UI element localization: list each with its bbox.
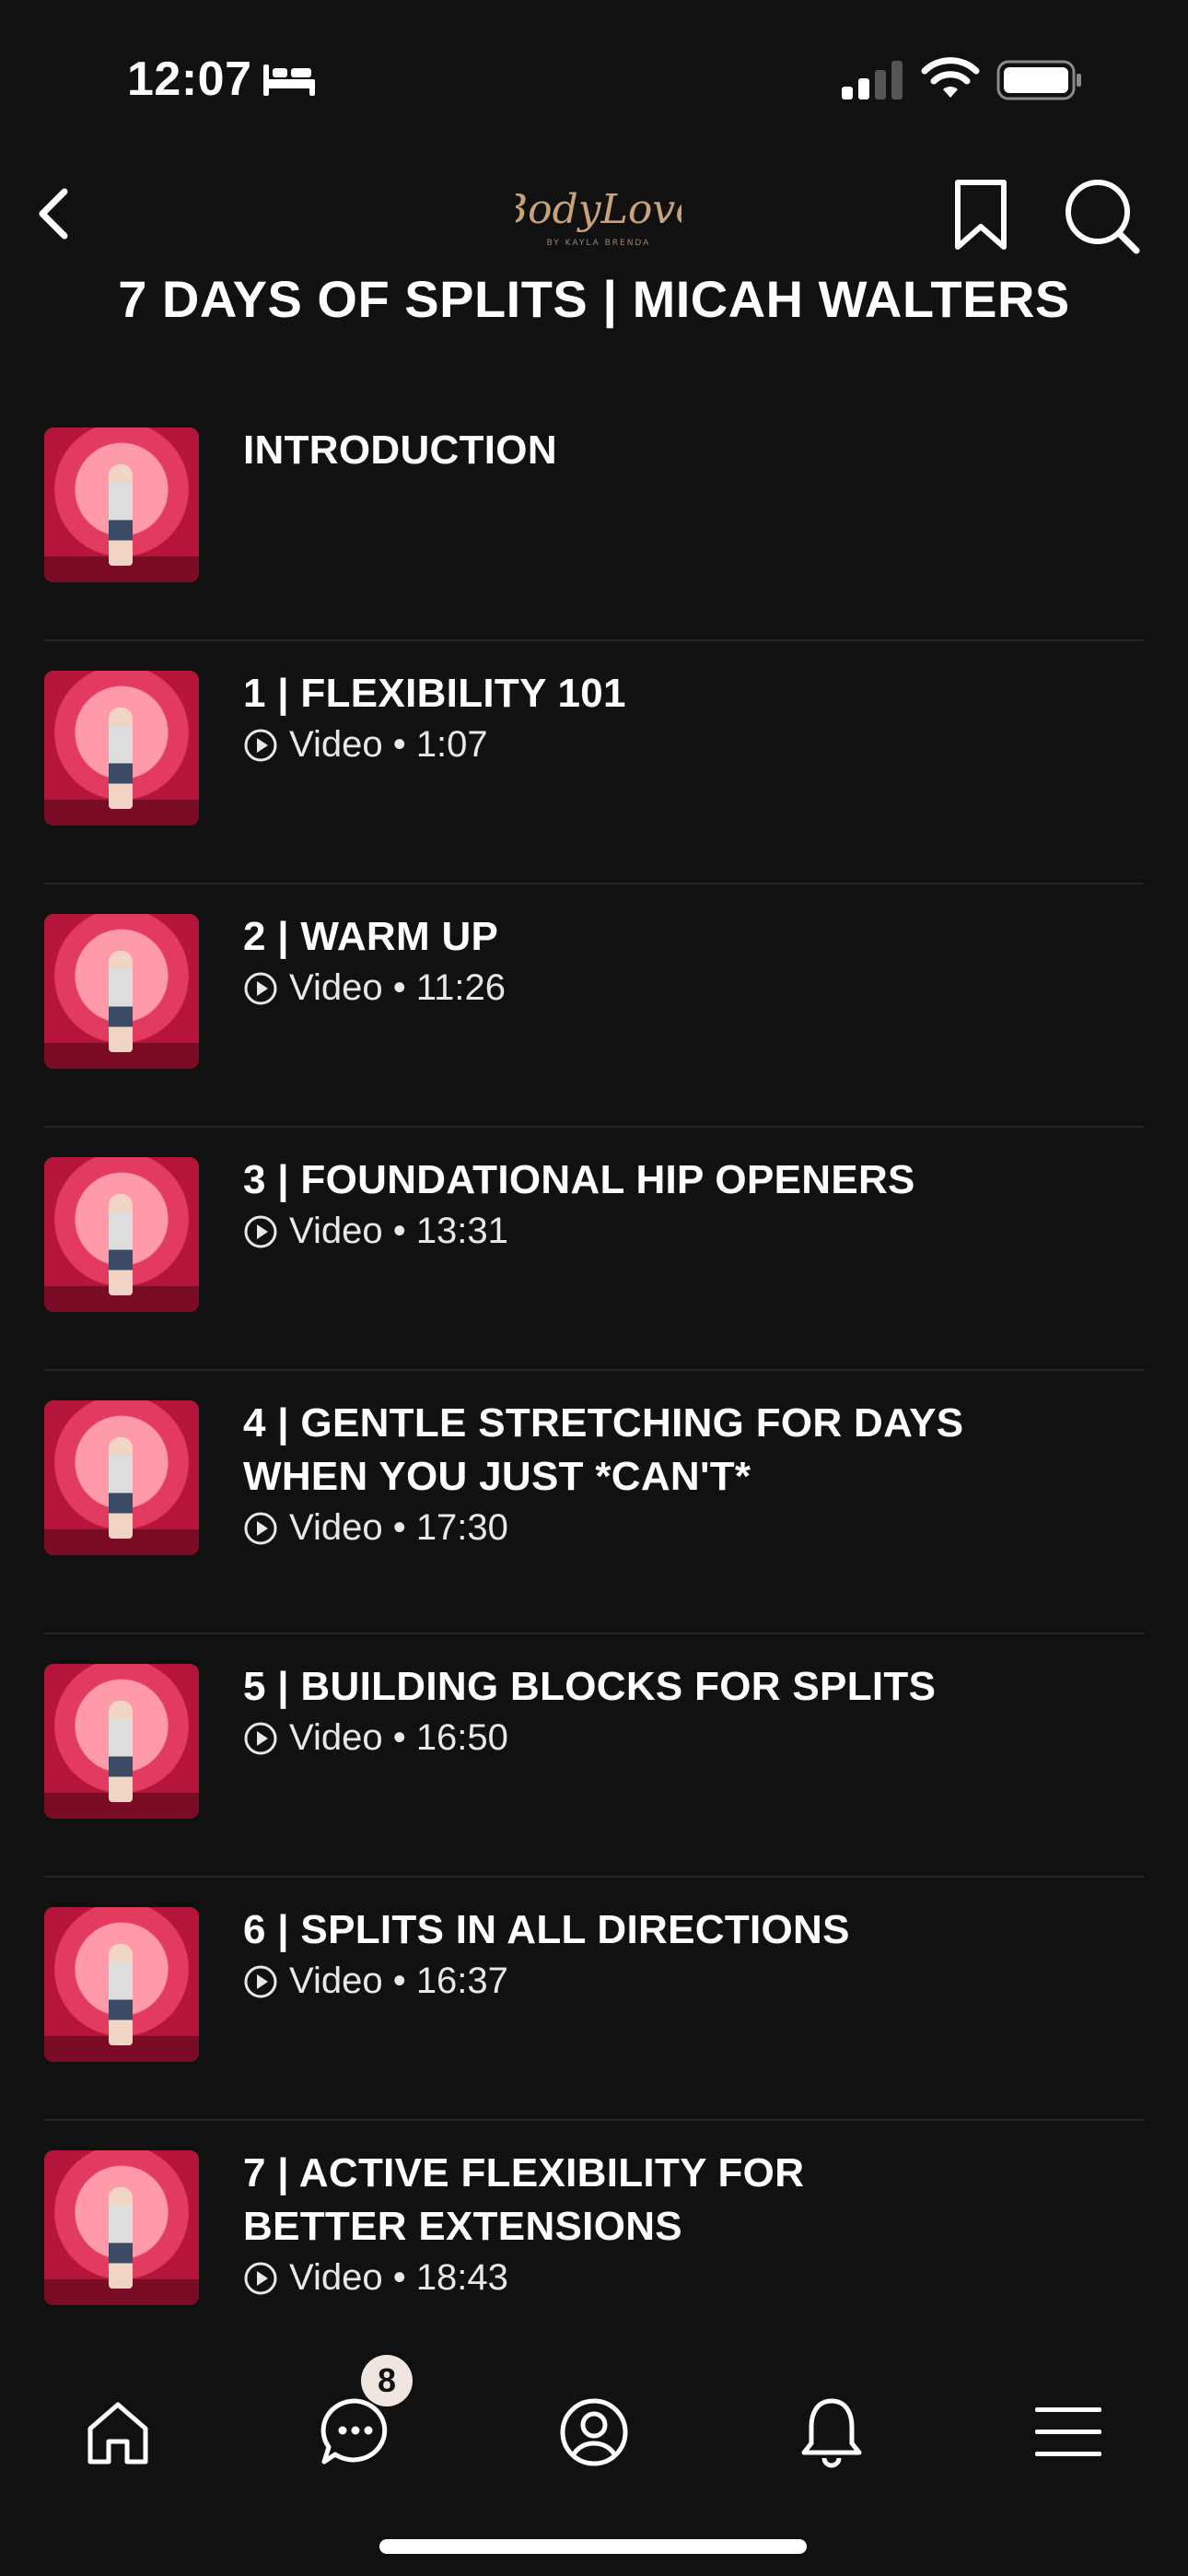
play-circle-icon bbox=[244, 972, 277, 1004]
lesson-meta: Video • 18:43 bbox=[289, 2257, 508, 2298]
tab-notifications[interactable] bbox=[786, 2377, 878, 2488]
lesson-title: 3 | FOUNDATIONAL HIP OPENERS bbox=[243, 1157, 915, 1202]
lesson-item[interactable]: 2 | WARM UP Video • 11:26 bbox=[44, 884, 1144, 1128]
messages-badge: 8 bbox=[361, 2355, 413, 2406]
wifi-icon bbox=[921, 57, 980, 98]
lesson-thumbnail bbox=[44, 427, 199, 582]
lesson-title: 6 | SPLITS IN ALL DIRECTIONS bbox=[243, 1907, 850, 1952]
lesson-thumbnail bbox=[44, 671, 199, 825]
lesson-title: 4 | GENTLE STRETCHING FOR DAYS WHEN YOU … bbox=[243, 1400, 964, 1499]
lesson-title: 5 | BUILDING BLOCKS FOR SPLITS bbox=[243, 1664, 937, 1709]
lesson-title: 2 | WARM UP bbox=[243, 914, 499, 959]
home-icon bbox=[87, 2402, 148, 2465]
lesson-thumbnail bbox=[44, 1157, 199, 1312]
bodylove-logo: BodyLove BY KAYLA BRENDA bbox=[497, 175, 699, 254]
tab-home[interactable] bbox=[72, 2377, 164, 2488]
logo-subtext: BY KAYLA BRENDA bbox=[547, 239, 651, 248]
lesson-thumbnail bbox=[44, 2150, 199, 2305]
lesson-meta: Video • 11:26 bbox=[289, 967, 506, 1008]
play-circle-icon bbox=[244, 1512, 277, 1544]
lesson-thumbnail bbox=[44, 914, 199, 1069]
lesson-meta: Video • 17:30 bbox=[289, 1507, 508, 1548]
play-circle-icon bbox=[244, 2262, 277, 2294]
lesson-item[interactable]: 5 | BUILDING BLOCKS FOR SPLITS Video • 1… bbox=[44, 1634, 1144, 1878]
bottom-tab-bar bbox=[0, 2322, 1188, 2576]
lesson-thumbnail bbox=[44, 1664, 199, 1819]
tab-menu[interactable] bbox=[1022, 2377, 1114, 2488]
logo-wordmark: BodyLove bbox=[516, 186, 681, 233]
top-navigation: BodyLove BY KAYLA BRENDA bbox=[0, 147, 1188, 267]
sleep-focus-icon bbox=[263, 64, 315, 96]
lesson-title: 7 | ACTIVE FLEXIBILITY FOR BETTER EXTENS… bbox=[243, 2150, 805, 2249]
lesson-item[interactable]: 4 | GENTLE STRETCHING FOR DAYS WHEN YOU … bbox=[44, 1371, 1144, 1634]
play-circle-icon bbox=[244, 1722, 277, 1754]
bell-icon bbox=[801, 2398, 862, 2468]
lesson-thumbnail bbox=[44, 1400, 199, 1555]
tab-profile[interactable] bbox=[548, 2377, 640, 2488]
lesson-item[interactable]: 6 | SPLITS IN ALL DIRECTIONS Video • 16:… bbox=[44, 1878, 1144, 2121]
lesson-meta: Video • 16:50 bbox=[289, 1717, 508, 1758]
lesson-meta: Video • 1:07 bbox=[289, 724, 488, 765]
lesson-meta: Video • 16:37 bbox=[289, 1961, 508, 2001]
search-icon[interactable] bbox=[1059, 170, 1142, 258]
lesson-title: INTRODUCTION bbox=[243, 427, 557, 473]
status-time: 12:07 bbox=[127, 53, 252, 106]
battery-icon bbox=[996, 60, 1081, 100]
lesson-title: 1 | FLEXIBILITY 101 bbox=[243, 671, 626, 716]
home-indicator[interactable] bbox=[379, 2539, 807, 2554]
play-circle-icon bbox=[244, 1965, 277, 1997]
bookmark-icon[interactable] bbox=[949, 170, 1013, 258]
lesson-thumbnail bbox=[44, 1907, 199, 2062]
play-circle-icon bbox=[244, 729, 277, 761]
lesson-meta: Video • 13:31 bbox=[289, 1211, 508, 1251]
status-bar: 12:07 bbox=[0, 0, 1188, 147]
lesson-item[interactable]: 3 | FOUNDATIONAL HIP OPENERS Video • 13:… bbox=[44, 1128, 1144, 1371]
hamburger-menu-icon bbox=[1035, 2407, 1101, 2456]
lesson-item[interactable]: INTRODUCTION bbox=[44, 398, 1144, 641]
profile-icon bbox=[560, 2398, 628, 2466]
page-title: 7 DAYS OF SPLITS | MICAH WALTERS bbox=[118, 270, 1070, 328]
play-circle-icon bbox=[244, 1215, 277, 1247]
lesson-item[interactable]: 1 | FLEXIBILITY 101 Video • 1:07 bbox=[44, 641, 1144, 884]
back-chevron-icon[interactable] bbox=[24, 177, 83, 251]
lesson-list: INTRODUCTION 1 | FLEXIBILITY 101 Video •… bbox=[44, 398, 1144, 2384]
cellular-signal-icon bbox=[842, 61, 903, 100]
